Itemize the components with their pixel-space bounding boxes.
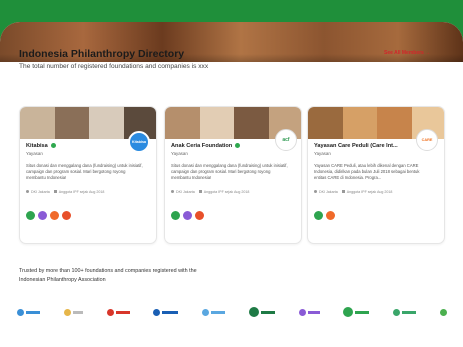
category-red-icon	[62, 211, 71, 220]
partner-logos-row	[17, 302, 447, 322]
member-card-care-peduli[interactable]: CARE Yayasan Care Peduli (Care Int... Ya…	[307, 106, 445, 244]
partner-logo-mark-icon	[248, 307, 259, 317]
partner-logo-mark-icon	[153, 308, 161, 316]
page-title: Indonesia Philanthropy Directory	[19, 48, 185, 60]
location-pin-icon	[314, 190, 317, 193]
category-green-icon	[314, 211, 323, 220]
member-card-kitabisa[interactable]: Kitabisa Kitabisa Yayasan Situs donasi d…	[19, 106, 157, 244]
calendar-icon	[53, 190, 57, 193]
category-green-icon	[171, 211, 180, 220]
card-meta: DKI Jakarta Anggota IPF sejak Aug 2018	[26, 190, 104, 194]
card-meta: DKI Jakarta Anggota IPF sejak Aug 2018	[171, 190, 249, 194]
category-purple-icon	[183, 211, 192, 220]
partner-logo-10	[439, 305, 447, 319]
partner-logo-mark-icon	[439, 308, 447, 316]
verified-icon	[235, 143, 241, 149]
category-orange-icon	[326, 211, 335, 220]
partner-logo-7	[298, 305, 320, 319]
category-orange-icon	[50, 211, 59, 220]
kitabisa-logo: Kitabisa	[128, 131, 150, 153]
category-green-icon	[26, 211, 35, 220]
partner-logo-mark-icon	[393, 308, 401, 316]
partner-logo-8	[343, 305, 370, 319]
partner-logo-4	[153, 305, 179, 319]
partner-logo-mark-icon	[343, 307, 354, 317]
card-type: Yayasan	[26, 151, 43, 156]
partner-logo-2	[63, 305, 83, 319]
card-type: Yayasan	[314, 151, 331, 156]
calendar-icon	[198, 190, 202, 193]
partner-logo-mark-icon	[298, 308, 306, 316]
partner-logo-mark-icon	[17, 308, 24, 316]
page-subtitle: The total number of registered foundatio…	[19, 63, 209, 70]
category-red-icon	[195, 211, 204, 220]
calendar-icon	[341, 190, 345, 193]
partner-logo-mark-icon	[63, 308, 71, 316]
card-name: Anak Ceria Foundation	[171, 143, 241, 149]
see-all-members-link[interactable]: See All Members →	[384, 50, 430, 56]
partner-logo-9	[393, 305, 417, 319]
card-description: Situs donasi dan menggalang dana (fundra…	[26, 163, 143, 181]
category-purple-icon	[38, 211, 47, 220]
card-description: Yayasan CARE Peduli, atau lebih dikenal …	[314, 163, 420, 181]
partner-logo-5	[202, 305, 226, 319]
category-icons	[314, 211, 335, 220]
partner-logo-mark-icon	[106, 308, 114, 316]
partner-logo-mark-icon	[202, 308, 210, 316]
member-card-anak-ceria[interactable]: acf Anak Ceria Foundation Yayasan Situs …	[164, 106, 302, 244]
card-name: Yayasan Care Peduli (Care Int...	[314, 143, 398, 149]
trusted-by-text: Trusted by more than 100+ foundations an…	[19, 268, 197, 283]
category-icons	[26, 211, 71, 220]
partner-logo-3	[106, 305, 130, 319]
location-pin-icon	[26, 190, 29, 193]
card-description: Situs donasi dan menggalang dana (fundra…	[171, 163, 288, 181]
card-name: Kitabisa	[26, 143, 56, 149]
card-type: Yayasan	[171, 151, 188, 156]
card-meta: DKI Jakarta Anggota IPF sejak Aug 2018	[314, 190, 392, 194]
category-icons	[171, 211, 204, 220]
care-logo: CARE	[416, 129, 438, 151]
location-pin-icon	[171, 190, 174, 193]
partner-logo-1	[17, 305, 40, 319]
partner-logo-6	[248, 305, 275, 319]
verified-icon	[50, 143, 56, 149]
acf-logo: acf	[275, 129, 297, 151]
